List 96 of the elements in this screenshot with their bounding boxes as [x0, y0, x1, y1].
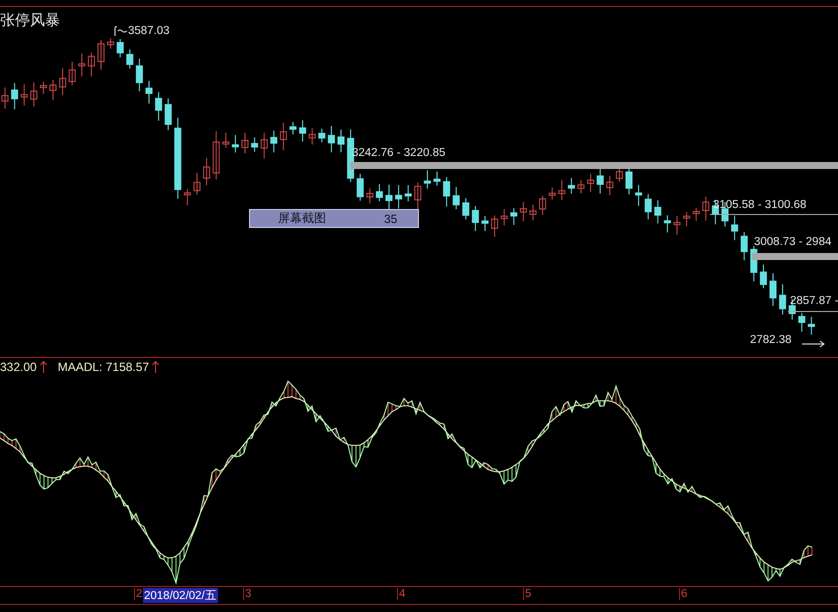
tooltip-value: 35 [384, 212, 398, 226]
candlestick [683, 212, 690, 227]
candlestick [500, 208, 508, 226]
candlestick [702, 196, 710, 222]
pointer-icon [114, 26, 128, 36]
candlestick [530, 204, 536, 221]
candlestick [558, 179, 566, 201]
candlestick [155, 92, 162, 122]
candlestick [539, 195, 546, 216]
candlestick [376, 184, 383, 202]
candlestick [222, 132, 230, 148]
candlestick [644, 194, 652, 220]
candlestick [126, 48, 134, 69]
candlestick [11, 82, 18, 110]
candlestick [452, 186, 460, 210]
candlestick [146, 80, 152, 104]
indicator-reading: 332.00 [0, 360, 37, 374]
candlestick [251, 136, 258, 152]
candlestick [232, 134, 239, 153]
chart-title: 张停风暴 [0, 11, 60, 30]
candlestick [116, 38, 124, 58]
candlestick [664, 214, 671, 233]
candlestick [40, 81, 47, 95]
candlestick [386, 184, 392, 210]
candlestick [107, 38, 114, 50]
candlestick [587, 173, 594, 192]
candlestick [482, 215, 488, 232]
candlestick [68, 61, 76, 86]
candlestick [520, 201, 527, 222]
candlestick [136, 58, 143, 92]
candlestick [770, 272, 776, 306]
candlestick [203, 157, 210, 186]
candlestick [510, 208, 518, 226]
candlestick [260, 132, 268, 160]
candlestick [88, 52, 95, 77]
candlestick [184, 188, 191, 206]
candlestick [338, 129, 344, 153]
candlestick [328, 125, 335, 153]
axis-label: 3 [243, 588, 252, 600]
candlestick [2, 87, 8, 110]
candlestick [78, 53, 86, 77]
axis-label: 5 [523, 588, 532, 600]
candlestick [606, 175, 614, 196]
candlestick [616, 166, 623, 182]
candlestick [50, 79, 56, 101]
candlestick [20, 84, 28, 106]
candlestick [740, 231, 748, 261]
candlestick [212, 130, 220, 180]
candlestick [434, 171, 440, 186]
candlestick [596, 166, 604, 194]
candlestick [548, 186, 556, 200]
candlestick [414, 182, 422, 211]
axis-label: 6 [679, 588, 688, 600]
candlestick [242, 132, 248, 154]
arrow-icon [802, 340, 826, 348]
candlestick [395, 184, 402, 209]
up-arrow-icon [40, 361, 47, 373]
price-label: 3587.03 [128, 25, 170, 37]
indicator-reading: MAADL: 7158.57 [58, 360, 150, 374]
candlestick [635, 184, 642, 206]
candlestick [491, 214, 498, 238]
price-label: 3008.73 - 2984 [754, 236, 832, 248]
level-line [788, 311, 838, 312]
candlestick [578, 180, 584, 194]
candlestick [731, 215, 738, 241]
candlestick [30, 82, 38, 107]
candlestick [194, 172, 200, 196]
candlestick [760, 264, 767, 289]
candlestick [356, 173, 364, 202]
candlestick [462, 198, 470, 220]
candlestick [404, 184, 412, 202]
selected-date: 2018/02/02/五 [143, 588, 218, 603]
candlestick [654, 200, 662, 224]
candlestick [424, 170, 431, 190]
tooltip-label: 屏幕截图 [278, 210, 326, 227]
candlestick [366, 188, 374, 204]
candlestick [308, 128, 316, 146]
candlestick [299, 120, 306, 142]
candlestick [280, 122, 287, 151]
candlestick [59, 68, 66, 96]
up-arrow-icon [152, 361, 160, 373]
candlestick [318, 128, 326, 143]
price-label: 2782.38 [750, 334, 792, 346]
candlestick [568, 177, 575, 194]
candlestick [779, 284, 786, 315]
candlestick [443, 176, 450, 208]
candlestick [472, 205, 479, 232]
candlestick [98, 39, 104, 70]
candlestick [674, 215, 680, 236]
candlestick [798, 312, 806, 332]
candlestick [164, 98, 172, 131]
axis-label: 4 [397, 588, 406, 600]
candlestick [808, 316, 815, 336]
candlestick [290, 122, 296, 135]
candlestick [692, 207, 700, 222]
candlestick [270, 130, 278, 153]
